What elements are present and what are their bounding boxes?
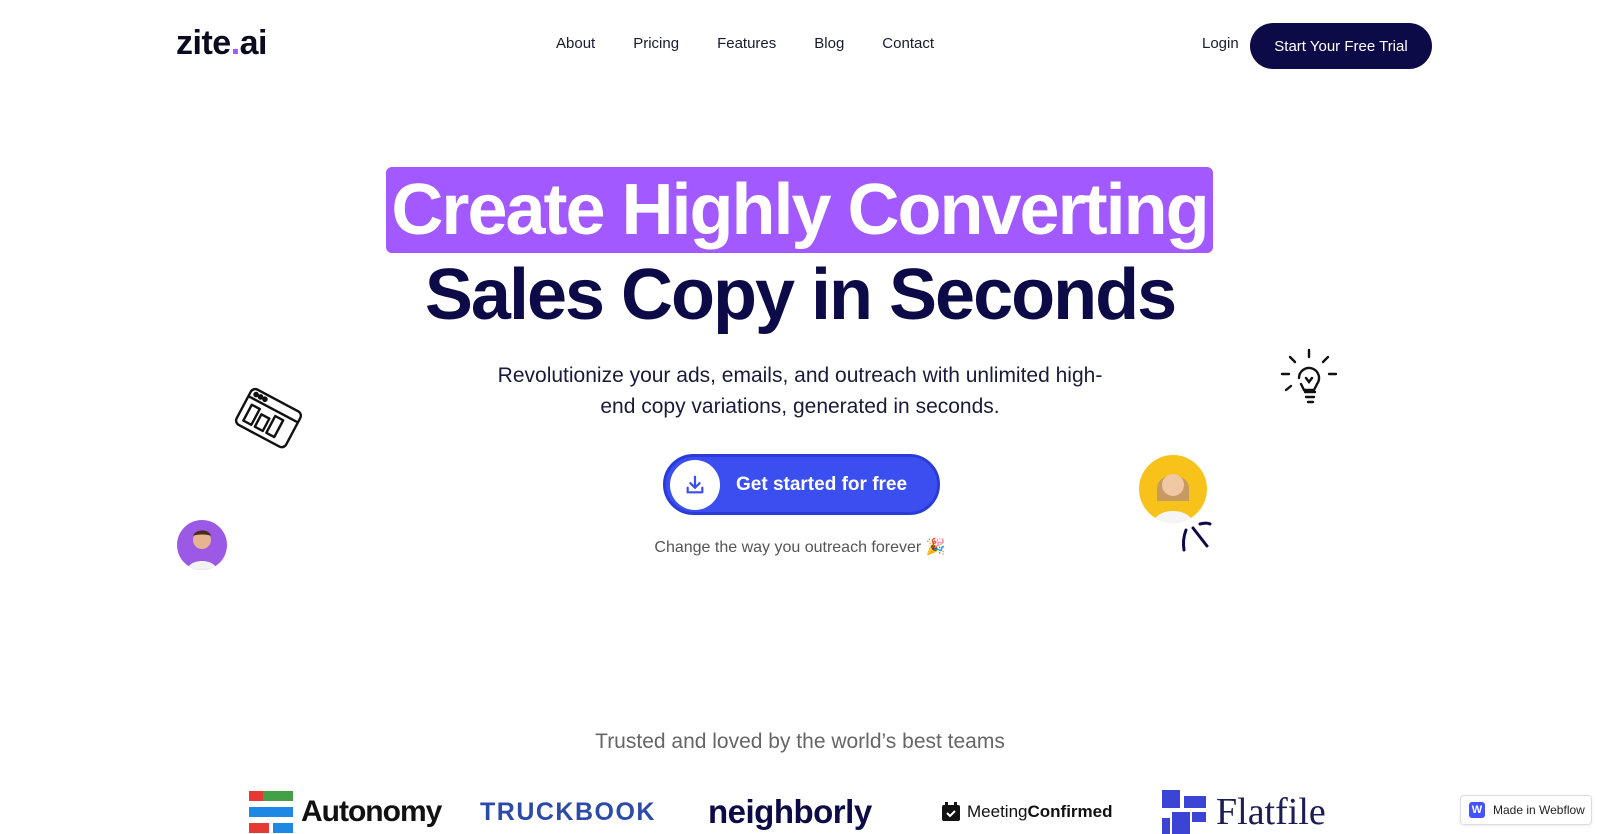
logo-suffix: ai <box>239 24 268 62</box>
doodle-strokes-icon <box>1181 521 1212 552</box>
avatar-man <box>177 520 227 570</box>
webflow-badge-label: Made in Webflow <box>1493 803 1585 817</box>
autonomy-mark-icon <box>249 791 293 833</box>
nav-features[interactable]: Features <box>717 35 776 52</box>
get-started-button[interactable]: Get started for free <box>663 454 940 515</box>
download-icon <box>670 459 720 510</box>
avatar-woman <box>1139 455 1207 523</box>
logo-neighborly: neighborly <box>708 790 872 834</box>
browser-window-icon <box>234 387 303 449</box>
logo-truckbook: TRUCKBOOK <box>480 790 656 834</box>
logo-meeting-text: Meeting <box>967 802 1028 821</box>
logo-neighborly-text: neighborly <box>708 793 872 830</box>
flatfile-mark-icon <box>1162 790 1206 834</box>
lightbulb-icon <box>1280 348 1338 404</box>
headline-rest: Sales Copy in Seconds <box>424 255 1177 335</box>
get-started-label: Get started for free <box>736 473 908 495</box>
logo-flatfile: Flatfile <box>1162 790 1326 834</box>
login-link[interactable]: Login <box>1202 35 1239 52</box>
trusted-heading: Trusted and loved by the world’s best te… <box>595 730 1005 753</box>
nav-blog[interactable]: Blog <box>814 35 844 52</box>
logo-truckbook-text: TRUCKBOOK <box>480 797 656 826</box>
start-trial-button[interactable]: Start Your Free Trial <box>1250 23 1432 69</box>
headline-highlight: Create Highly Converting <box>391 170 1209 250</box>
logo-autonomy: Autonomy <box>249 790 442 834</box>
nav-contact[interactable]: Contact <box>882 35 934 52</box>
client-logos: Autonomy TRUCKBOOK neighborly Meeting Con… <box>0 790 1600 834</box>
made-in-webflow-badge[interactable]: W Made in Webflow <box>1460 795 1592 825</box>
calendar-check-icon <box>942 802 960 821</box>
logo-flatfile-text: Flatfile <box>1216 791 1326 833</box>
hero-subtitle: Revolutionize your ads, emails, and outr… <box>497 364 1103 418</box>
main-nav: About Pricing Features Blog Contact <box>556 35 972 52</box>
logo-main: zite <box>176 24 231 62</box>
webflow-icon: W <box>1469 802 1485 818</box>
logo-meetingconfirmed: Meeting Confirmed <box>941 790 1112 834</box>
nav-pricing[interactable]: Pricing <box>633 35 679 52</box>
logo-dot: . <box>230 24 240 62</box>
hero-tagline: Change the way you outreach forever 🎉 <box>654 539 946 556</box>
nav-about[interactable]: About <box>556 35 595 52</box>
logo-confirmed-text: Confirmed <box>1027 802 1113 821</box>
site-logo[interactable]: zite.ai <box>176 24 268 63</box>
logo-autonomy-text: Autonomy <box>301 795 442 828</box>
